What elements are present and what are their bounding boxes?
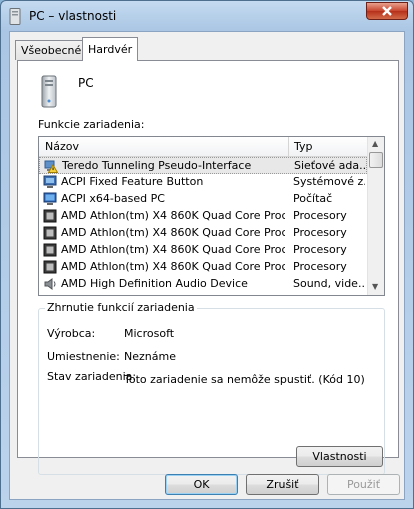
location-value: Neznáme: [124, 350, 176, 363]
processor-icon: [43, 226, 57, 240]
list-rows: Teredo Tunneling Pseudo-Interface Sieťové…: [39, 157, 367, 293]
list-item[interactable]: Teredo Tunneling Pseudo-Interface Sieťové…: [39, 157, 367, 174]
close-icon: [382, 6, 392, 16]
dialog-client: Všeobecné Hardvér PC Funkcie zariadenia:…: [9, 31, 405, 500]
tab-hardware[interactable]: Hardvér: [82, 37, 139, 61]
processor-icon: [43, 209, 57, 223]
list-item-name: AMD Athlon(tm) X4 860K Quad Core Process…: [61, 226, 285, 239]
list-item-name: AMD High Definition Audio Device: [61, 277, 248, 290]
tab-general-label: Všeobecné: [21, 44, 82, 57]
list-item-name: AMD Athlon(tm) X4 860K Quad Core Process…: [61, 243, 285, 256]
network-warning-icon: [44, 159, 59, 173]
close-button[interactable]: [366, 2, 408, 20]
list-item-type: Procesory: [293, 243, 347, 256]
list-item[interactable]: AMD High Definition Audio Device Sound, v…: [39, 276, 367, 293]
list-item-name: ACPI x64-based PC: [61, 192, 165, 205]
pc-tower-icon: [41, 75, 57, 108]
speaker-icon: [43, 277, 57, 291]
list-item-type: Procesory: [293, 226, 347, 239]
list-item-type: Sound, vide...: [293, 277, 365, 290]
properties-window: PC – vlastnosti Všeobecné Hardvér PC Fun…: [0, 0, 414, 509]
list-item-type: Sieťové ada...: [294, 159, 366, 172]
scroll-up-arrow-icon[interactable]: ▲: [372, 139, 378, 148]
list-item[interactable]: AMD Athlon(tm) X4 860K Quad Core Process…: [39, 259, 367, 276]
list-header: Názov Typ: [39, 137, 367, 157]
list-item[interactable]: AMD Athlon(tm) X4 860K Quad Core Process…: [39, 242, 367, 259]
list-item[interactable]: ACPI Fixed Feature Button Systémové z...: [39, 174, 367, 191]
title-bar[interactable]: PC – vlastnosti: [1, 1, 413, 31]
status-value: Toto zariadenie sa nemôže spustiť. (Kód …: [124, 373, 365, 386]
list-item-name: ACPI Fixed Feature Button: [61, 175, 204, 188]
properties-button[interactable]: Vlastnosti: [296, 446, 383, 467]
cancel-button[interactable]: Zrušiť: [246, 474, 319, 495]
ok-button[interactable]: OK: [165, 474, 238, 495]
list-scrollbar[interactable]: ▲ ▼: [367, 137, 384, 295]
list-item[interactable]: AMD Athlon(tm) X4 860K Quad Core Process…: [39, 208, 367, 225]
pc-tower-icon: [9, 8, 21, 25]
window-title: PC – vlastnosti: [29, 9, 117, 23]
manufacturer-value: Microsoft: [124, 327, 175, 340]
list-item[interactable]: AMD Athlon(tm) X4 860K Quad Core Process…: [39, 225, 367, 242]
apply-button: Použiť: [327, 474, 400, 495]
list-item-name: AMD Athlon(tm) X4 860K Quad Core Process…: [61, 209, 285, 222]
list-item-type: Procesory: [293, 209, 347, 222]
list-item-type: Systémové z...: [293, 175, 365, 188]
summary-group: Zhrnutie funkcií zariadenia Výrobca: Mic…: [38, 301, 385, 475]
list-item[interactable]: ACPI x64-based PC Počítač: [39, 191, 367, 208]
list-item-type: Počítač: [293, 192, 333, 205]
manufacturer-label: Výrobca:: [47, 327, 96, 340]
tab-general[interactable]: Všeobecné: [15, 40, 88, 60]
device-name: PC: [78, 76, 94, 90]
processor-icon: [43, 243, 57, 257]
status-label: Stav zariadenia:: [47, 370, 137, 383]
tab-hardware-label: Hardvér: [88, 43, 133, 56]
computer-icon: [43, 192, 57, 206]
functions-label: Funkcie zariadenia:: [38, 118, 145, 131]
summary-title: Zhrnutie funkcií zariadenia: [45, 301, 197, 314]
hardware-panel: PC Funkcie zariadenia: Názov Typ Teredo …: [17, 60, 399, 475]
scroll-down-arrow-icon[interactable]: ▼: [372, 282, 378, 291]
system-device-icon: [43, 175, 57, 189]
list-item-name: AMD Athlon(tm) X4 860K Quad Core Process…: [61, 260, 285, 273]
location-label: Umiestnenie:: [47, 350, 120, 363]
processor-icon: [43, 260, 57, 274]
scroll-thumb[interactable]: [369, 152, 383, 168]
column-header-name[interactable]: Názov: [45, 140, 79, 153]
device-functions-list[interactable]: Názov Typ Teredo Tunneling Pseudo-Interf…: [38, 136, 385, 296]
list-item-type: Procesory: [293, 260, 347, 273]
column-header-type[interactable]: Typ: [294, 140, 313, 153]
list-item-name: Teredo Tunneling Pseudo-Interface: [62, 159, 252, 172]
column-separator[interactable]: [288, 137, 289, 156]
